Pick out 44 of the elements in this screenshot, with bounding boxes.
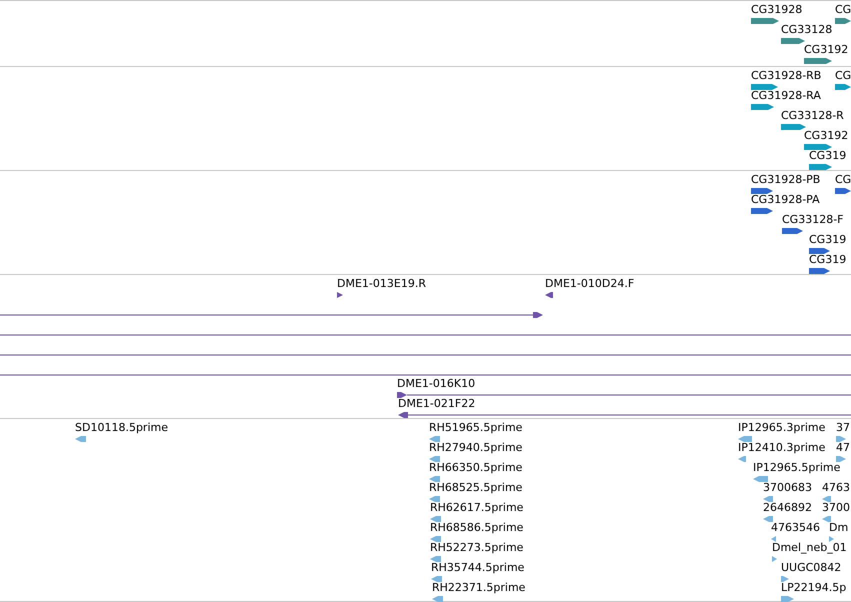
feature-label: DME1-013E19.R	[337, 277, 426, 291]
feature-label: RH27940.5prime	[429, 441, 522, 455]
feature-label: 47	[836, 441, 850, 455]
feature-label: RH68586.5prime	[430, 521, 524, 535]
feature-label: CG31928	[751, 3, 802, 17]
feature-label: LP22194.5p	[781, 581, 846, 595]
feature-label: 37	[836, 421, 850, 435]
feature-label: CG31928-RB	[751, 69, 822, 83]
feature-label: RH22371.5prime	[432, 581, 526, 595]
feature-label: 3700	[822, 501, 850, 515]
feature-label: CG319	[809, 233, 846, 247]
feature-label: DME1-016K10	[397, 377, 476, 391]
feature-label: CG319	[809, 149, 846, 163]
feature-label: CG31928-RA	[751, 89, 821, 103]
feature-label: CG	[835, 69, 851, 83]
feature-label: 4763	[822, 481, 850, 495]
feature-label: IP12965.3prime	[738, 421, 826, 435]
feature-label: CG33128-F	[782, 213, 844, 227]
feature-label: UUGC0842	[781, 561, 842, 575]
feature-label: IP12410.3prime	[738, 441, 826, 455]
feature-label: CG3192	[804, 129, 848, 143]
feature-label: CG319	[809, 253, 846, 267]
feature-label: RH62617.5prime	[430, 501, 524, 515]
feature-label: RH35744.5prime	[431, 561, 524, 575]
feature-label: CG31928-PB	[751, 173, 820, 187]
feature-label: 3700683	[763, 481, 812, 495]
feature-label: CG31928-PA	[751, 193, 820, 207]
feature-label: DME1-010D24.F	[545, 277, 634, 291]
feature-label: Dm	[829, 521, 848, 535]
feature-label: CG33128	[781, 23, 832, 37]
feature-label: IP12965.5prime	[753, 461, 840, 475]
feature-label: SD10118.5prime	[75, 421, 168, 435]
feature-label: RH51965.5prime	[429, 421, 522, 435]
feature-label: RH52273.5prime	[430, 541, 524, 555]
feature-label: 4763546	[771, 521, 820, 535]
feature-label: CG3192	[804, 43, 848, 57]
feature-label: CG	[835, 3, 851, 17]
feature-label: CG33128-R	[781, 109, 844, 123]
feature-label: DME1-021F22	[398, 397, 476, 411]
feature-label: RH68525.5prime	[429, 481, 522, 495]
feature-label: RH66350.5prime	[429, 461, 522, 475]
feature-label: Dmel_neb_01	[772, 541, 847, 555]
feature-label: CG	[835, 173, 851, 187]
feature-label: 2646892	[763, 501, 812, 515]
